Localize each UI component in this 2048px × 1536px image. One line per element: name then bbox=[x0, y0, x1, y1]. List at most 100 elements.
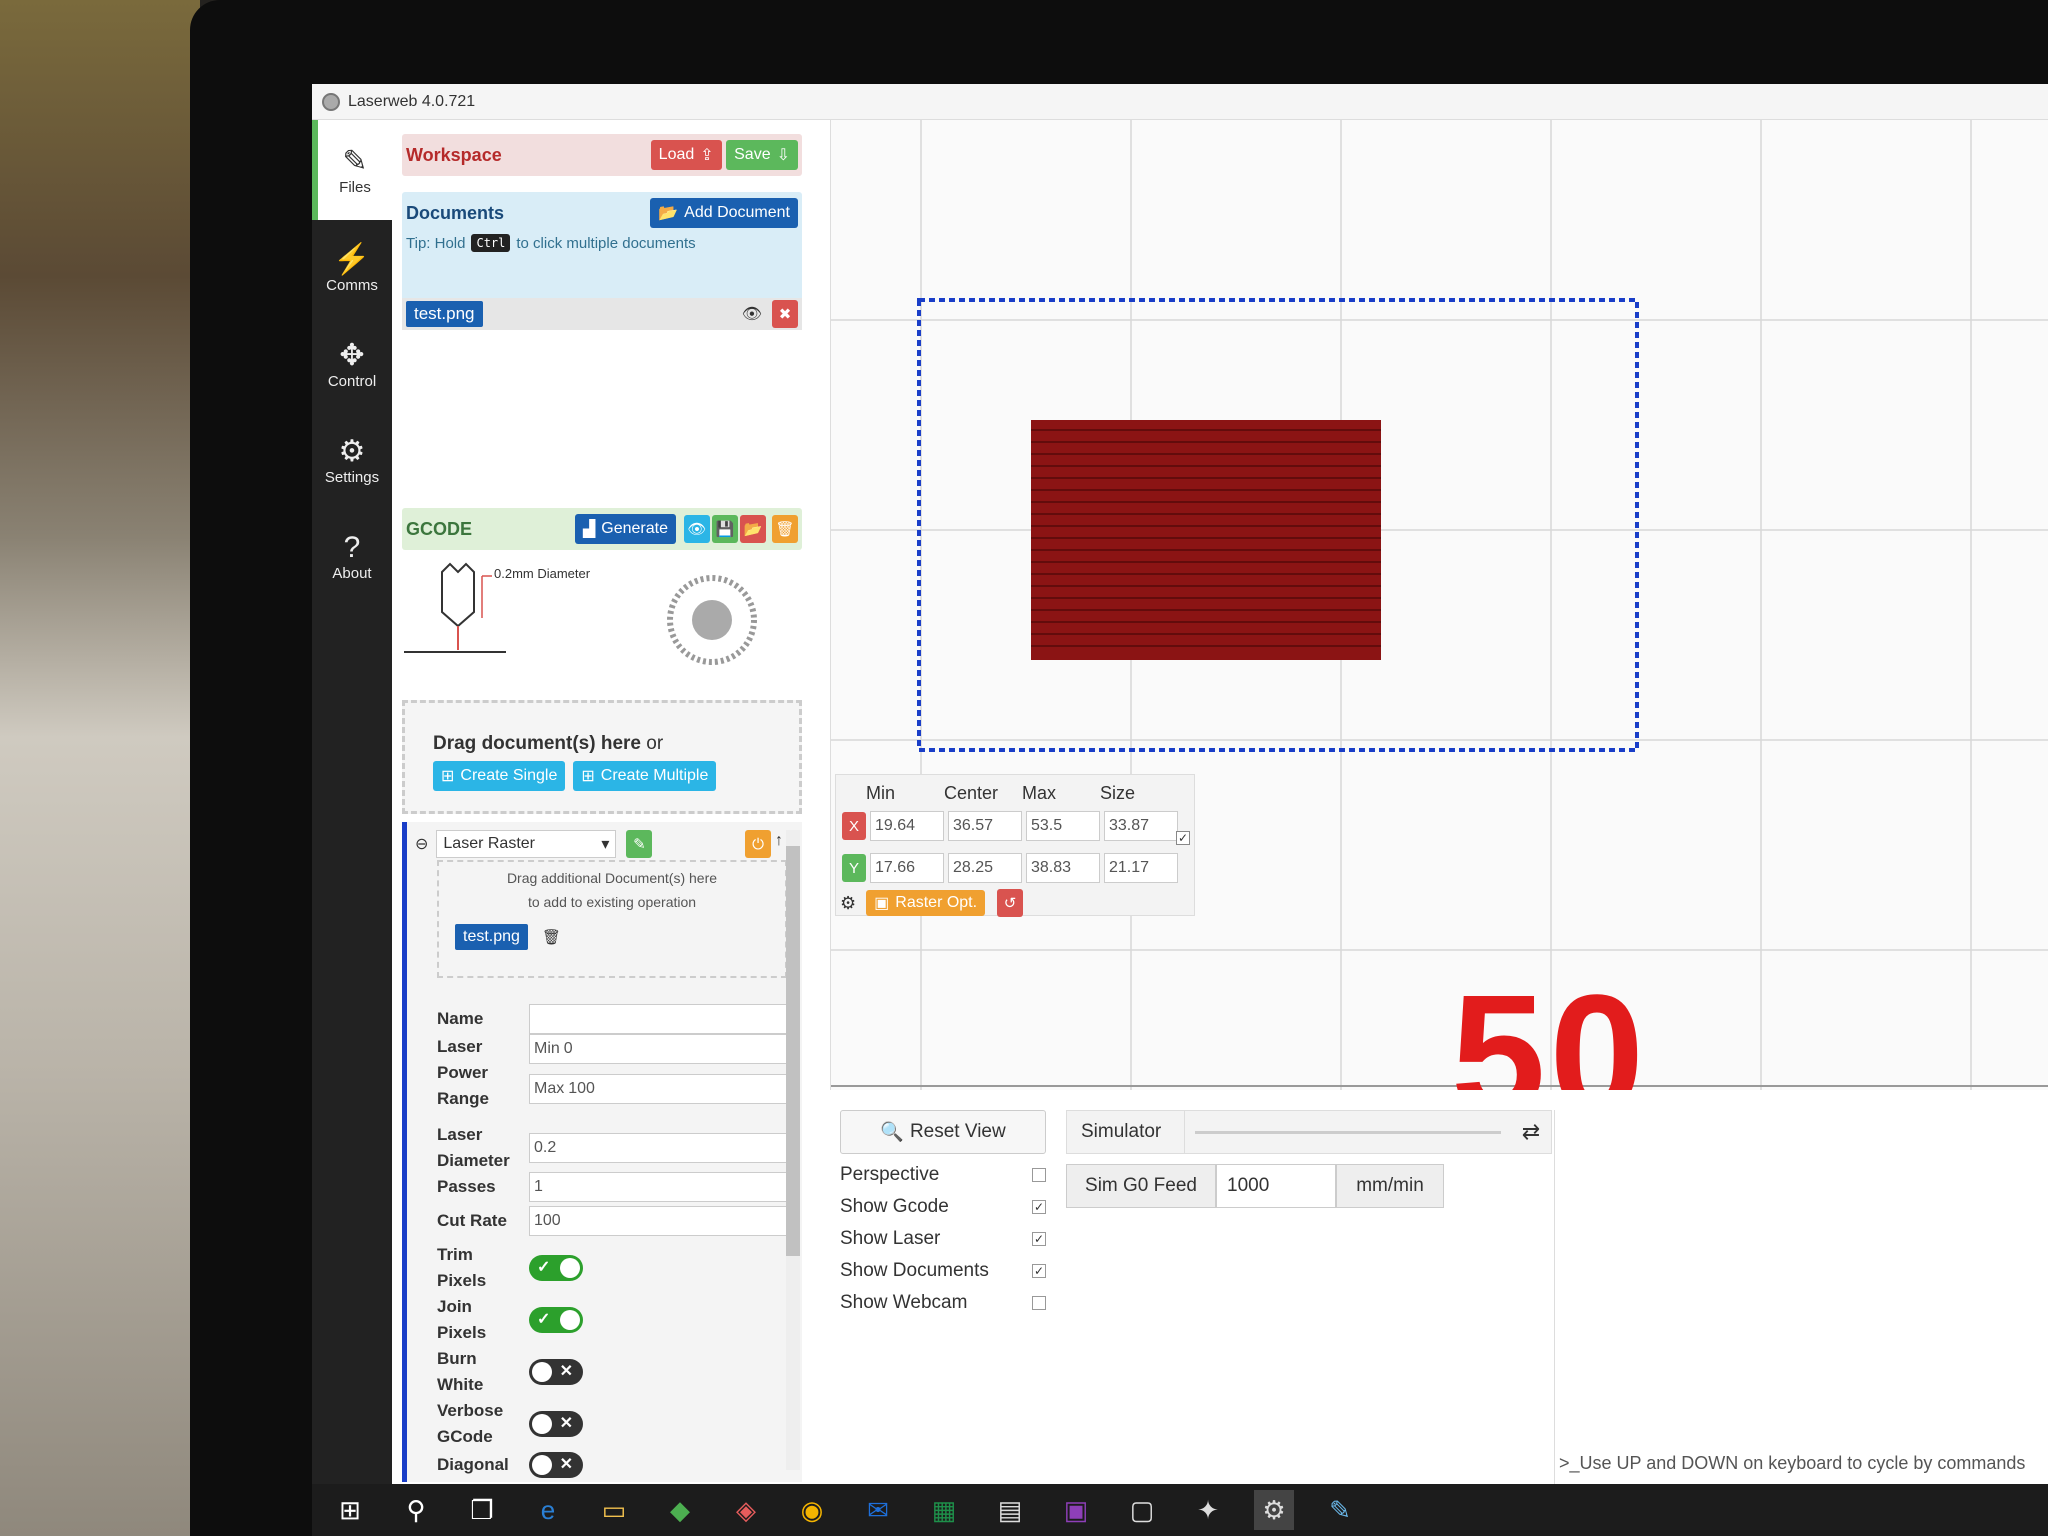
raster-preview[interactable] bbox=[1031, 420, 1381, 660]
save-button[interactable]: Save ⇩ bbox=[726, 140, 798, 170]
console-panel[interactable]: >_Use UP and DOWN on keyboard to cycle b… bbox=[1554, 1110, 2048, 1484]
operation-document-chip[interactable]: test.png bbox=[455, 924, 528, 950]
perspective-checkbox[interactable] bbox=[1032, 1168, 1046, 1182]
generate-button[interactable]: ▟ Generate bbox=[574, 514, 676, 544]
sidebar-item-comms[interactable]: ⚡ Comms bbox=[312, 220, 392, 316]
edit-icon: ✎ bbox=[342, 144, 368, 178]
save-gcode-button[interactable]: 💾 bbox=[712, 515, 738, 543]
operation-type-select[interactable]: Laser Raster ▾ bbox=[436, 830, 617, 858]
x-min-input[interactable]: 19.64 bbox=[870, 811, 944, 841]
y-size-input[interactable]: 21.17 bbox=[1104, 853, 1178, 883]
remove-document-button[interactable]: ✖ bbox=[772, 300, 798, 328]
gcode-header: GCODE ▟ Generate 👁 💾 📂 🗑 bbox=[402, 508, 802, 550]
verbose-gcode-toggle[interactable]: ✕ bbox=[529, 1411, 583, 1437]
passes-input[interactable]: 1 bbox=[529, 1172, 789, 1202]
x-max-input[interactable]: 53.5 bbox=[1026, 811, 1100, 841]
arrow-up-icon[interactable]: ↑ bbox=[775, 832, 783, 850]
laserweb-taskbar-icon[interactable]: ⚙ bbox=[1254, 1490, 1294, 1530]
gear-icon[interactable]: ⚙ bbox=[840, 893, 856, 914]
sidebar-item-about[interactable]: ? About bbox=[312, 508, 392, 604]
trash-icon[interactable]: 🗑 bbox=[542, 928, 561, 946]
dimension-table: Min Center Max Size X 19.64 36.57 53.5 3… bbox=[835, 774, 1195, 917]
diagonal-toggle[interactable]: ✕ bbox=[529, 1452, 583, 1478]
sidebar-item-files[interactable]: ✎ Files bbox=[312, 120, 392, 220]
show-documents-checkbox[interactable]: ✓ bbox=[1032, 1264, 1046, 1278]
app-window-icon[interactable]: ▢ bbox=[1122, 1490, 1162, 1530]
documents-title: Documents bbox=[406, 202, 505, 223]
workspace-title: Workspace bbox=[406, 144, 502, 165]
view-gcode-button[interactable]: 👁 bbox=[684, 515, 710, 543]
add-document-button[interactable]: 📂 Add Document bbox=[650, 198, 798, 228]
dropzone-or: or bbox=[646, 733, 664, 754]
trim-pixels-toggle[interactable]: ✓ bbox=[529, 1255, 583, 1281]
laser-diameter-input[interactable]: 0.2 bbox=[529, 1133, 789, 1163]
files-panel: Workspace Load ⇪ Save ⇩ Documents 📂 Add Doc… bbox=[402, 120, 822, 1484]
operation-dropzone[interactable]: Drag additional Document(s) here to add … bbox=[437, 860, 787, 978]
simulator-slider[interactable] bbox=[1195, 1130, 1501, 1134]
cut-rate-input[interactable]: 100 bbox=[529, 1206, 789, 1236]
show-webcam-checkbox[interactable] bbox=[1032, 1296, 1046, 1310]
edge-icon[interactable]: e bbox=[528, 1490, 568, 1530]
lock-aspect-checkbox[interactable]: ✓ bbox=[1176, 831, 1190, 845]
drag-hint-2: to add to existing operation bbox=[527, 894, 697, 910]
create-multiple-button[interactable]: ⊞ Create Multiple bbox=[573, 761, 717, 791]
scrollbar-thumb[interactable] bbox=[786, 846, 800, 1256]
eye-icon[interactable]: 👁 bbox=[742, 304, 762, 324]
paint-icon[interactable]: ✎ bbox=[1320, 1490, 1360, 1530]
ctrl-key: Ctrl bbox=[471, 234, 511, 252]
join-pixels-toggle[interactable]: ✓ bbox=[529, 1307, 583, 1333]
burn-white-toggle[interactable]: ✕ bbox=[529, 1359, 583, 1385]
document-row[interactable]: test.png 👁 ✖ bbox=[402, 298, 802, 330]
reset-transform-button[interactable]: ↺ bbox=[997, 889, 1024, 917]
x-dimension-row: X 19.64 36.57 53.5 33.87 bbox=[840, 811, 1178, 841]
sidebar-item-settings[interactable]: ⚙ Settings bbox=[312, 412, 392, 508]
app-bird-icon[interactable]: ✦ bbox=[1188, 1490, 1228, 1530]
power-operation-button[interactable]: ⏻ bbox=[745, 830, 771, 858]
show-gcode-checkbox[interactable]: ✓ bbox=[1032, 1200, 1046, 1214]
diameter-label: 0.2mm Diameter bbox=[494, 566, 591, 581]
onenote-icon[interactable]: ▣ bbox=[1056, 1490, 1096, 1530]
plus-square-icon: ⊞ bbox=[441, 768, 455, 785]
sidebar-item-control[interactable]: ✥ Control bbox=[312, 316, 392, 412]
diagonal-row: Diagonal ✕ bbox=[437, 1452, 583, 1478]
app-layers-icon[interactable]: ◈ bbox=[726, 1490, 766, 1530]
x-size-input[interactable]: 33.87 bbox=[1104, 811, 1178, 841]
name-input[interactable] bbox=[529, 1004, 789, 1034]
excel-icon[interactable]: ▦ bbox=[924, 1490, 964, 1530]
search-icon[interactable]: ⚲ bbox=[396, 1490, 436, 1530]
y-max-input[interactable]: 38.83 bbox=[1026, 853, 1100, 883]
sim-feed-input[interactable]: 1000 bbox=[1216, 1164, 1336, 1208]
load-gcode-button[interactable]: 📂 bbox=[740, 515, 766, 543]
show-laser-checkbox[interactable]: ✓ bbox=[1032, 1232, 1046, 1246]
gcode-section: GCODE ▟ Generate 👁 💾 📂 🗑 0.2mm Diameter bbox=[402, 508, 802, 670]
document-dropzone[interactable]: Drag document(s) here or ⊞ Create Single … bbox=[402, 700, 802, 814]
load-button[interactable]: Load ⇪ bbox=[650, 140, 722, 170]
clear-gcode-button[interactable]: 🗑 bbox=[772, 515, 798, 543]
calculator-icon[interactable]: ▤ bbox=[990, 1490, 1030, 1530]
task-view-icon[interactable]: ❐ bbox=[462, 1490, 502, 1530]
y-center-input[interactable]: 28.25 bbox=[948, 853, 1022, 883]
x-center-input[interactable]: 36.57 bbox=[948, 811, 1022, 841]
collapse-icon[interactable]: ⊖ bbox=[415, 834, 428, 854]
plus-stack-icon: ⊞ bbox=[581, 768, 595, 785]
outlook-icon[interactable]: ✉ bbox=[858, 1490, 898, 1530]
chrome-icon[interactable]: ◉ bbox=[792, 1490, 832, 1530]
document-chip[interactable]: test.png bbox=[406, 301, 483, 327]
workspace-viewport[interactable]: Min Center Max Size X 19.64 36.57 53.5 3… bbox=[830, 120, 2048, 1090]
sidebar-item-label: Files bbox=[339, 178, 371, 196]
exchange-icon[interactable]: ⇄ bbox=[1511, 1119, 1551, 1145]
create-single-button[interactable]: ⊞ Create Single bbox=[433, 761, 566, 791]
app-diamond-icon[interactable]: ◆ bbox=[660, 1490, 700, 1530]
raster-options-button[interactable]: ▣ Raster Opt. bbox=[866, 890, 986, 916]
file-explorer-icon[interactable]: ▭ bbox=[594, 1490, 634, 1530]
min-power-input[interactable]: Min 0 bbox=[529, 1034, 789, 1064]
upload-icon: ⇪ bbox=[700, 147, 714, 164]
y-min-input[interactable]: 17.66 bbox=[870, 853, 944, 883]
max-power-input[interactable]: Max 100 bbox=[529, 1074, 789, 1104]
edit-operation-button[interactable]: ✎ bbox=[626, 830, 653, 858]
windows-start-icon[interactable]: ⊞ bbox=[330, 1490, 370, 1530]
operation-scrollbar[interactable] bbox=[786, 830, 800, 1470]
workspace-header: Workspace Load ⇪ Save ⇩ bbox=[402, 134, 802, 176]
reset-view-button[interactable]: 🔍 Reset View bbox=[840, 1110, 1046, 1154]
app-logo-icon bbox=[322, 92, 340, 111]
